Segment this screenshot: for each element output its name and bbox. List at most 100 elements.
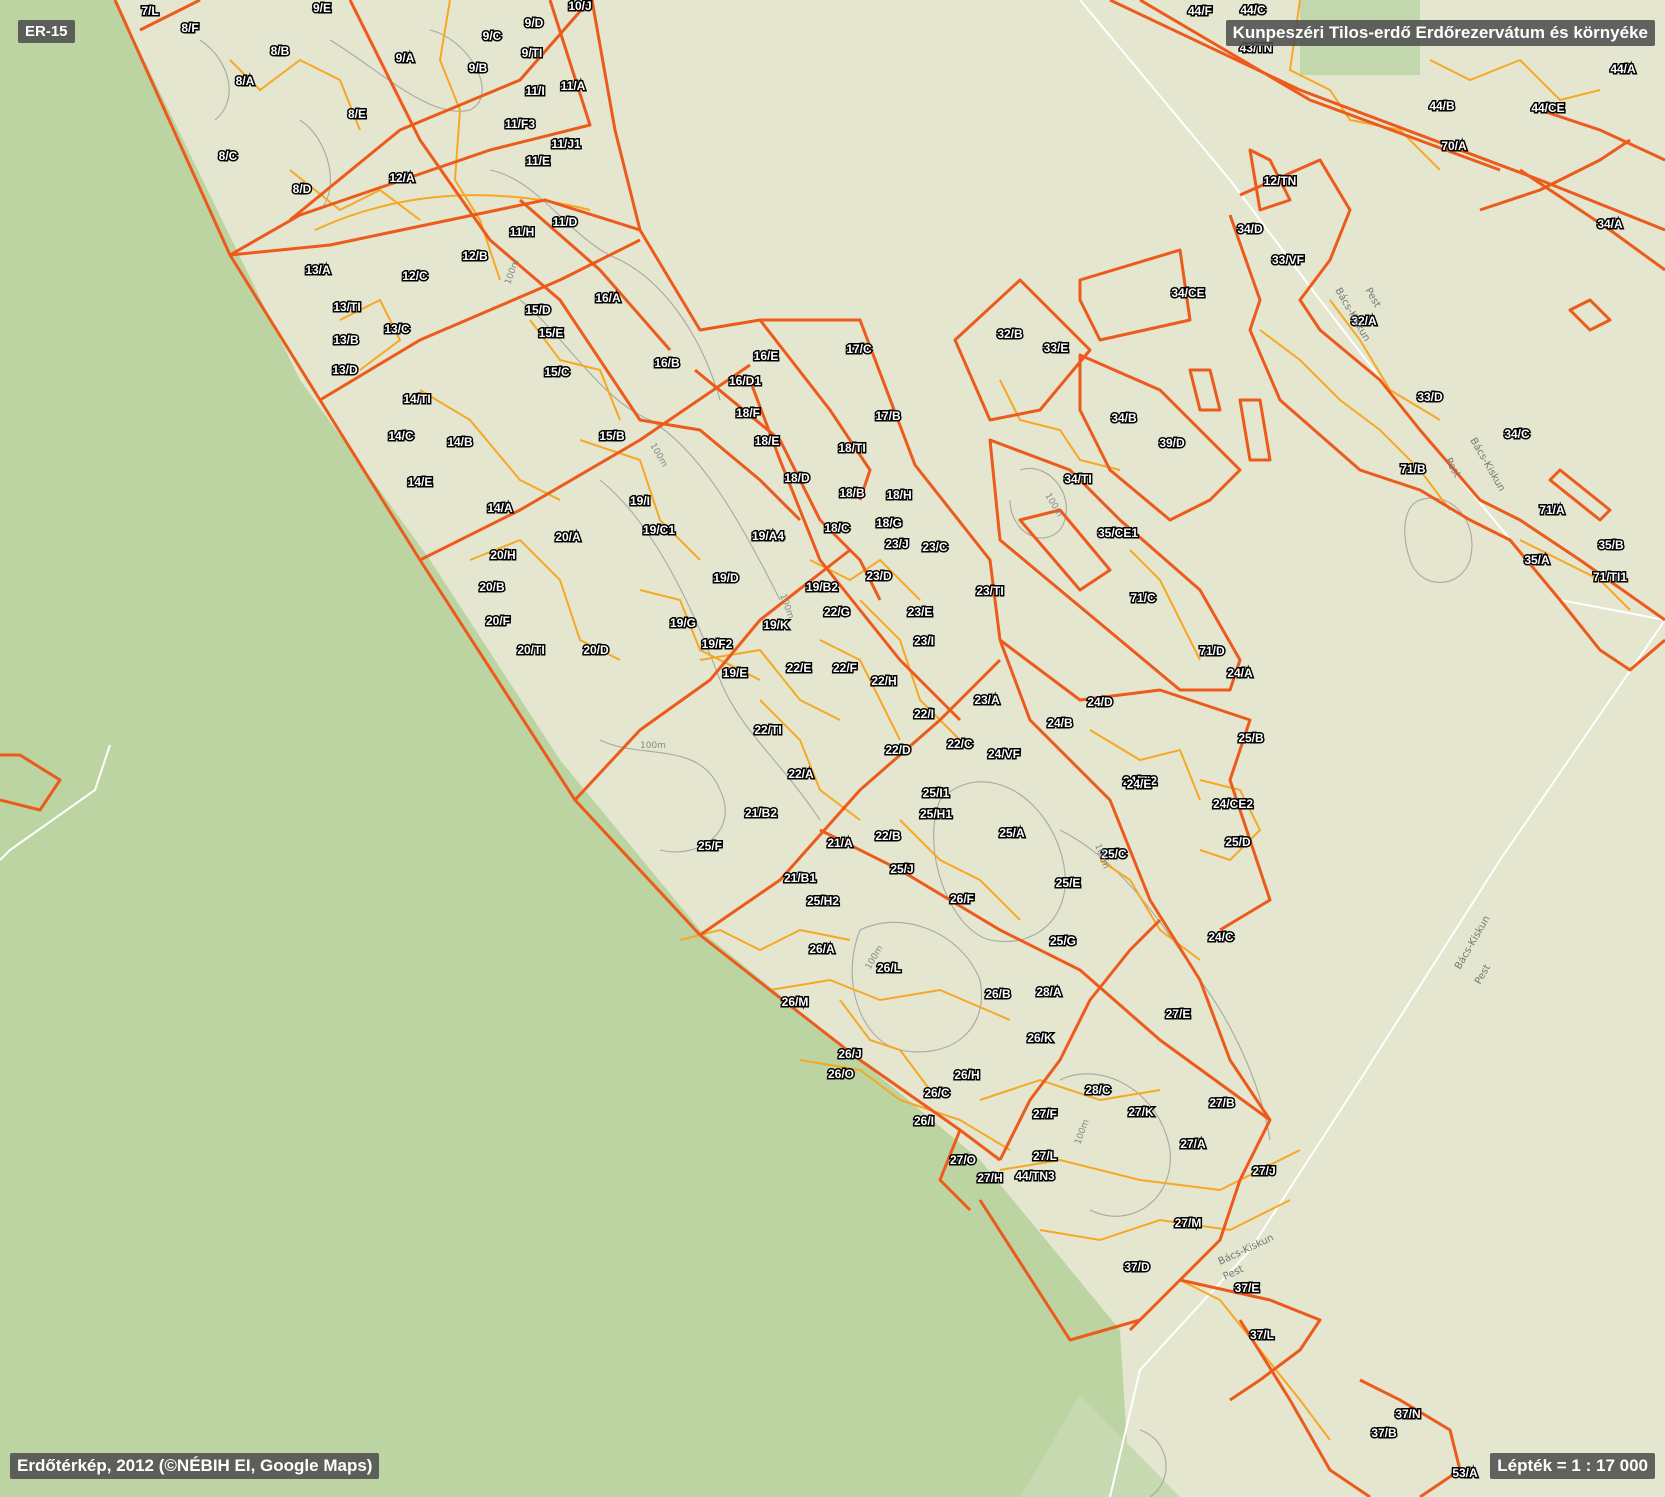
compartment-label: 12/TN bbox=[1264, 174, 1297, 188]
compartment-label: 9/C bbox=[483, 29, 502, 43]
compartment-label: 25/E bbox=[1056, 876, 1081, 890]
compartment-label: 20/D bbox=[583, 643, 609, 657]
compartment-label: 27/M bbox=[1175, 1216, 1202, 1230]
compartment-label: 16/B bbox=[654, 356, 680, 370]
compartment-label: 9/B bbox=[469, 61, 488, 75]
compartment-label: 22/C bbox=[947, 737, 973, 751]
compartment-label: 25/B bbox=[1238, 731, 1264, 745]
compartment-label: 21/A bbox=[827, 836, 853, 850]
compartment-label: 23/I bbox=[914, 634, 934, 648]
compartment-label: 26/O bbox=[828, 1067, 854, 1081]
compartment-label: 27/F bbox=[1033, 1107, 1057, 1121]
compartment-label: 44/CE bbox=[1531, 101, 1564, 115]
contour-elevation-label: 100m bbox=[1073, 1118, 1091, 1146]
compartment-label: 12/A bbox=[389, 171, 415, 185]
compartment-label: 9/A bbox=[396, 51, 415, 65]
compartment-label: 22/G bbox=[824, 605, 850, 619]
map-canvas[interactable]: 7/L 8/F 9/E 9/D 10/J 8/B 9/A 9/C 9/TI 9/B 8/A 11/I 1… bbox=[0, 0, 1665, 1497]
county-name-label: Bács-Kiskun bbox=[1216, 1231, 1275, 1267]
compartment-label: 25/H2 bbox=[807, 894, 839, 908]
compartment-label: 23/A bbox=[974, 693, 1000, 707]
compartment-label: 15/C bbox=[544, 365, 570, 379]
compartment-label: 71/TI1 bbox=[1593, 570, 1627, 584]
compartment-label: 24/B bbox=[1047, 716, 1073, 730]
compartment-label: 11/I bbox=[525, 84, 544, 98]
compartment-label: 25/A bbox=[999, 826, 1025, 840]
compartment-label: 17/B bbox=[875, 409, 901, 423]
compartment-label: 35/A bbox=[1524, 553, 1550, 567]
compartment-label: 11/E bbox=[526, 154, 550, 168]
compartment-label: 18/TI bbox=[838, 441, 865, 455]
compartment-label: 37/E bbox=[1235, 1281, 1260, 1295]
compartment-label: 53/A bbox=[1452, 1466, 1478, 1480]
county-name-label: Pest bbox=[1222, 1264, 1246, 1283]
compartment-label: 9/D bbox=[525, 16, 544, 30]
map-credit: Erdőtérkép, 2012 (©NÉBIH EI, Google Maps… bbox=[10, 1453, 380, 1479]
compartment-label: 27/A bbox=[1180, 1137, 1206, 1151]
compartment-label: 9/TI bbox=[522, 46, 543, 60]
compartment-label: 25/D bbox=[1225, 835, 1251, 849]
compartment-label: 44/A bbox=[1610, 62, 1636, 76]
compartment-label: 8/E bbox=[348, 107, 366, 121]
compartment-label: 27/K bbox=[1128, 1105, 1154, 1119]
compartment-label: 27/E bbox=[1166, 1007, 1191, 1021]
compartment-label: 18/H bbox=[886, 488, 911, 502]
compartment-label: 37/N bbox=[1395, 1407, 1420, 1421]
compartment-label: 27/O bbox=[950, 1153, 976, 1167]
compartment-label: 33/VF bbox=[1272, 253, 1304, 267]
compartment-label: 24/D bbox=[1087, 695, 1113, 709]
compartment-label: 24/A bbox=[1227, 666, 1253, 680]
compartment-label: 32/B bbox=[997, 327, 1023, 341]
compartment-label: 26/I bbox=[914, 1114, 934, 1128]
compartment-label: 15/B bbox=[599, 429, 625, 443]
compartment-label: 13/B bbox=[333, 333, 359, 347]
compartment-label: 34/B bbox=[1111, 411, 1137, 425]
compartment-label: 33/E bbox=[1044, 341, 1069, 355]
compartment-label: 26/K bbox=[1027, 1031, 1053, 1045]
compartment-label: 16/E bbox=[754, 349, 779, 363]
compartment-label: 13/D bbox=[332, 363, 358, 377]
contour-elevation-label: 100m bbox=[777, 593, 795, 621]
compartment-label: 20/TI bbox=[517, 643, 544, 657]
compartment-label: 10/J bbox=[568, 0, 591, 13]
compartment-label: 26/B bbox=[985, 987, 1011, 1001]
compartment-label: 22/F bbox=[833, 661, 857, 675]
compartment-label: 7/L bbox=[141, 4, 158, 18]
compartment-label: 20/B bbox=[479, 580, 505, 594]
compartment-label: 13/C bbox=[384, 322, 410, 336]
compartment-label: 11/D bbox=[553, 215, 578, 229]
compartment-label: 37/D bbox=[1124, 1260, 1150, 1274]
compartment-label: 23/C bbox=[922, 540, 948, 554]
compartment-label: 25/F bbox=[698, 839, 722, 853]
compartment-label: 14/E bbox=[408, 475, 433, 489]
compartment-label: 22/H bbox=[871, 674, 896, 688]
compartment-label: 39/D bbox=[1159, 436, 1185, 450]
compartment-label: 8/C bbox=[219, 149, 238, 163]
forest-map[interactable]: 7/L 8/F 9/E 9/D 10/J 8/B 9/A 9/C 9/TI 9/B 8/A 11/I 1… bbox=[0, 0, 1665, 1497]
compartment-label: 44/B bbox=[1429, 99, 1455, 113]
compartment-label: 22/B bbox=[875, 829, 901, 843]
compartment-label: 8/F bbox=[181, 21, 198, 35]
compartment-label: 71/C bbox=[1130, 591, 1156, 605]
compartment-label: 11/A bbox=[561, 79, 586, 93]
compartment-label: 18/F bbox=[736, 406, 760, 420]
compartment-label: 19/I bbox=[630, 494, 650, 508]
compartment-label: 22/E bbox=[787, 661, 812, 675]
compartment-label: 44/TN3 bbox=[1015, 1169, 1055, 1183]
compartment-label: 18/E bbox=[755, 434, 780, 448]
compartment-label: 23/D bbox=[866, 569, 892, 583]
compartment-label: 33/D bbox=[1417, 390, 1443, 404]
county-name-label: Bács-Kiskun bbox=[1467, 436, 1507, 494]
compartment-label: 27/B bbox=[1209, 1096, 1235, 1110]
compartment-label: 25/G bbox=[1050, 934, 1076, 948]
compartment-label: 24/C bbox=[1208, 930, 1234, 944]
compartment-label: 34/CE bbox=[1171, 286, 1204, 300]
compartment-label: 9/E bbox=[313, 1, 331, 15]
compartment-label: 22/A bbox=[788, 767, 814, 781]
compartment-label: 19/E bbox=[723, 666, 748, 680]
compartment-label: 24/CE2 bbox=[1213, 797, 1253, 811]
compartment-label: 21/B2 bbox=[745, 806, 777, 820]
contour-elevation-label: 100m bbox=[647, 442, 669, 469]
compartment-label: 70/A bbox=[1441, 139, 1467, 153]
compartment-label: 11/J1 bbox=[551, 137, 581, 151]
